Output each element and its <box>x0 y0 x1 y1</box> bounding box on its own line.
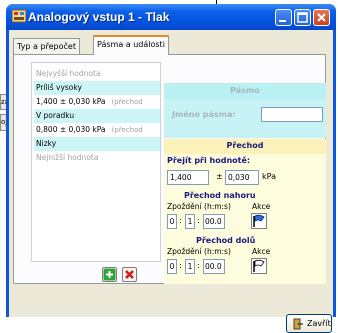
list-item[interactable]: 1,400 ± 0,030 kPa (přechod <box>34 95 160 109</box>
list-item[interactable]: Príliš vysoky <box>34 81 160 95</box>
time-separator: : <box>179 216 182 225</box>
minimize-icon <box>279 20 286 22</box>
action-label: Akce <box>252 247 271 256</box>
tolerance-input[interactable]: 0,030 <box>225 170 259 185</box>
list-item[interactable]: Nejvyšší hodnota <box>34 67 160 81</box>
add-zone-button[interactable] <box>102 267 117 282</box>
time-separator: : <box>197 216 200 225</box>
time-separator: : <box>179 261 182 270</box>
zone-panel: Pásmo Jméno pásma: <box>164 83 326 138</box>
maximize-button[interactable] <box>294 9 311 26</box>
delay-seconds-input[interactable]: 00.0 <box>203 214 225 229</box>
plus-minus-sign: ± <box>216 172 223 181</box>
transition-title: Přechod <box>226 141 264 150</box>
action-label: Akce <box>252 202 271 211</box>
remove-zone-button[interactable] <box>122 267 137 282</box>
transition-value-input[interactable]: 1,400 <box>167 170 209 185</box>
flag-outline-icon <box>253 259 265 272</box>
dialog-client-area: Typ a přepočet Pásma a události Nejvyšší… <box>9 30 333 333</box>
list-item[interactable]: 0,800 ± 0,030 kPa (přechod <box>34 123 160 137</box>
action-down-button[interactable] <box>251 258 267 274</box>
door-exit-icon <box>293 318 303 330</box>
transition-up-title: Přechod nahoru <box>184 191 256 200</box>
delay-minutes-input[interactable]: 1 <box>185 259 195 274</box>
list-item[interactable]: V poradku <box>34 109 160 123</box>
close-window-button[interactable] <box>313 9 330 26</box>
delay-seconds-input[interactable]: 00.0 <box>203 259 225 274</box>
delay-minutes-input[interactable]: 1 <box>185 214 195 229</box>
x-icon <box>125 270 134 279</box>
flag-icon <box>253 214 265 227</box>
delay-label: Zpoždění (h:m:s) <box>167 202 231 211</box>
time-separator: : <box>197 261 200 270</box>
close-button-label: Zavřít <box>307 319 331 328</box>
tab-type-conversion[interactable]: Typ a přepočet <box>13 38 80 54</box>
unit-label: kPa <box>262 172 276 181</box>
transition-value-label: Přejít při hodnotě: <box>167 156 251 165</box>
zone-panel-title: Pásmo <box>230 86 260 95</box>
app-icon <box>12 9 26 23</box>
delay-hours-input[interactable]: 0 <box>167 259 177 274</box>
maximize-icon <box>297 12 308 23</box>
dialog-window: Analogový vstup 1 - Tlak Typ a přepočet … <box>6 4 336 333</box>
list-item[interactable]: Nejnižší hodnota <box>34 151 160 165</box>
zone-name-label: Jméno pásma: <box>172 110 236 119</box>
delay-label: Zpoždění (h:m:s) <box>167 247 231 256</box>
list-item[interactable]: Nizky <box>34 137 160 151</box>
delay-hours-input[interactable]: 0 <box>167 214 177 229</box>
tab-zones-events[interactable]: Pásma a události <box>93 35 169 55</box>
window-title: Analogový vstup 1 - Tlak <box>28 10 170 24</box>
transition-panel: Přechod Přejít při hodnotě: 1,400 ± 0,03… <box>164 139 326 284</box>
plus-icon <box>103 268 116 281</box>
close-icon <box>317 13 326 22</box>
minimize-button[interactable] <box>275 9 292 26</box>
zone-list[interactable]: Nejvyšší hodnota Príliš vysoky 1,400 ± 0… <box>31 62 161 262</box>
title-bar[interactable]: Analogový vstup 1 - Tlak <box>6 4 336 30</box>
action-up-button[interactable] <box>251 213 267 229</box>
transition-down-title: Přechod dolů <box>196 236 256 245</box>
zone-name-input[interactable] <box>261 107 323 122</box>
